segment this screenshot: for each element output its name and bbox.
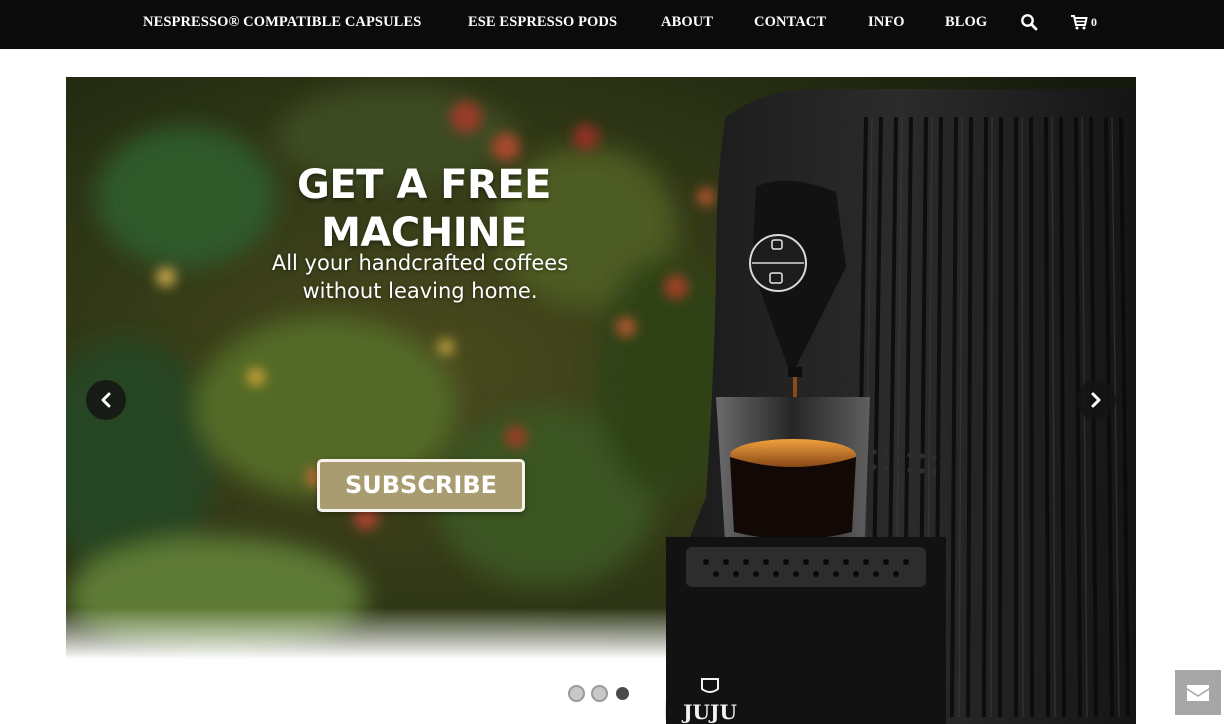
envelope-icon: [1186, 684, 1210, 701]
hero-slider: JUJU GET A FREE MACHINE All your handcra…: [66, 77, 1136, 724]
chevron-right-icon: [1091, 392, 1101, 408]
svg-text:JUJU: JUJU: [681, 700, 737, 724]
nav-item-blog[interactable]: BLOG: [945, 12, 987, 32]
cart-icon[interactable]: [1070, 12, 1088, 32]
cart-count: 0: [1091, 15, 1097, 29]
nav-item-ese-espresso-pods[interactable]: ESE ESPRESSO PODS: [468, 12, 617, 32]
nav-item-info[interactable]: INFO: [868, 12, 905, 32]
nav-item-contact[interactable]: CONTACT: [754, 12, 826, 32]
hero-subtitle-line2: without leaving home.: [302, 279, 538, 303]
nav-item-nespresso-capsules[interactable]: NESPRESSO® COMPATIBLE CAPSULES: [143, 12, 421, 32]
contact-floating-button[interactable]: [1175, 670, 1221, 715]
subscribe-button[interactable]: SUBSCRIBE: [317, 459, 525, 512]
slider-dot-1[interactable]: [568, 685, 585, 702]
search-icon[interactable]: [1020, 12, 1038, 32]
slider-next-button[interactable]: [1076, 380, 1116, 420]
slider-prev-button[interactable]: [86, 380, 126, 420]
hero-subtitle-line1: All your handcrafted coffees: [271, 251, 569, 275]
slider-dot-2[interactable]: [591, 685, 608, 702]
hero-title: GET A FREE MACHINE: [296, 162, 552, 256]
nav-item-about[interactable]: ABOUT: [661, 12, 713, 32]
chevron-left-icon: [101, 392, 111, 408]
hero-subtitle: All your handcrafted coffees without lea…: [220, 249, 620, 305]
slider-dot-3[interactable]: [614, 685, 631, 702]
top-nav-bar: NESPRESSO® COMPATIBLE CAPSULES ESE ESPRE…: [0, 0, 1224, 49]
